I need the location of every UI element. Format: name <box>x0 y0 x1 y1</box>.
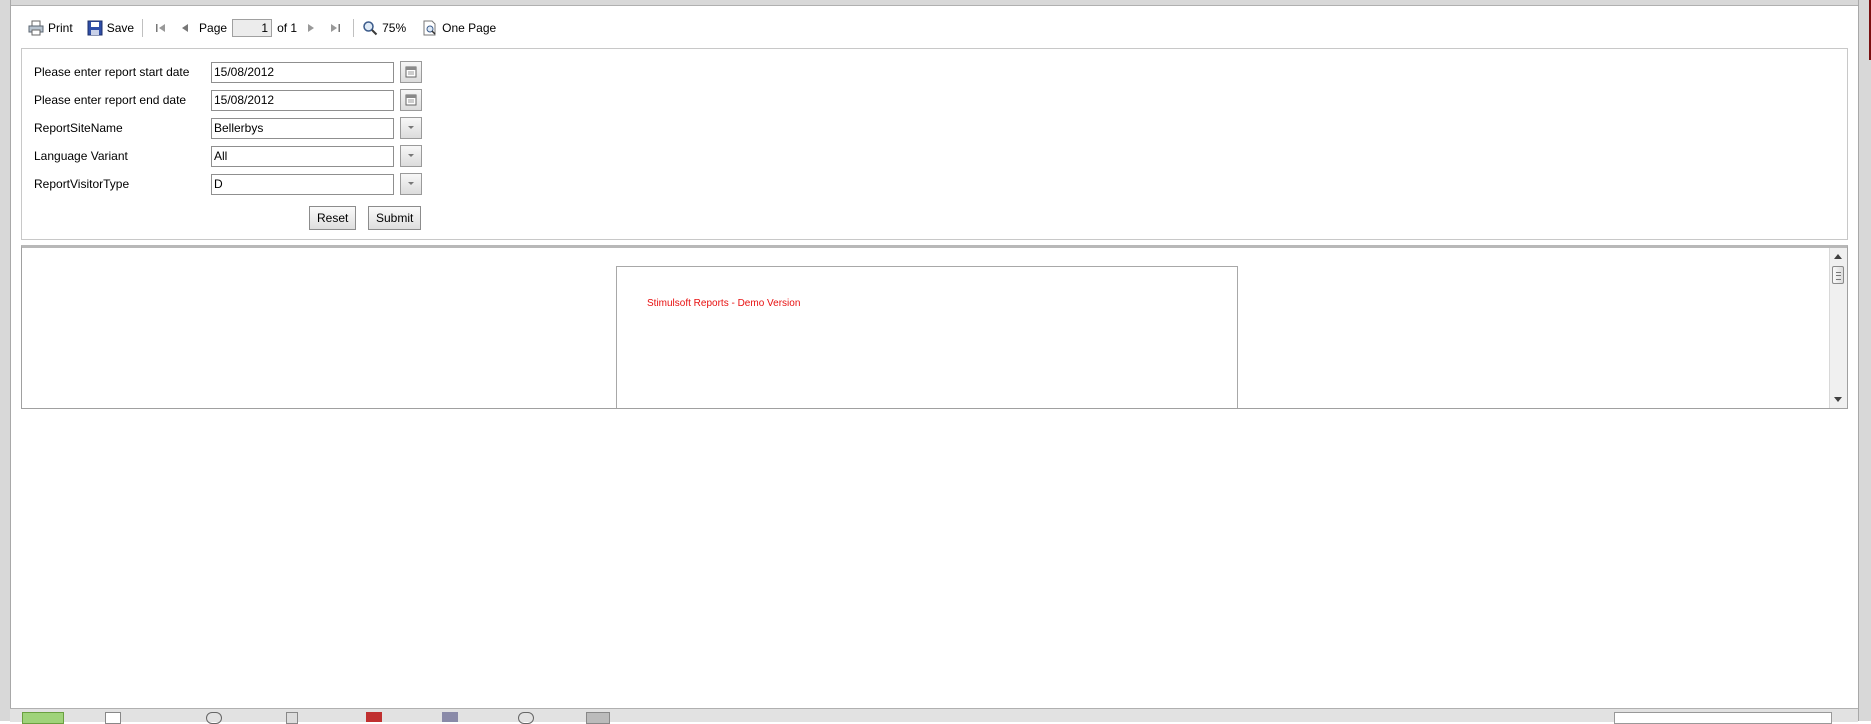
page-number-input[interactable] <box>232 19 273 37</box>
toolbar-separator <box>353 19 355 37</box>
save-button[interactable]: Save <box>85 18 136 38</box>
language-variant-dropdown-button[interactable] <box>400 145 422 167</box>
view-mode-label: One Page <box>442 21 497 35</box>
param-start-date: Please enter report start date <box>34 61 422 83</box>
start-date-calendar-button[interactable] <box>400 61 422 83</box>
scroll-up-arrow-icon[interactable] <box>1834 254 1842 259</box>
visitor-type-input[interactable] <box>211 173 394 195</box>
end-date-calendar-button[interactable] <box>400 89 422 111</box>
visitor-type-dropdown-button[interactable] <box>400 173 422 195</box>
taskbar-search-icon[interactable] <box>518 712 534 724</box>
param-visitor-type: ReportVisitorType <box>34 173 422 195</box>
param-label: Please enter report end date <box>34 93 187 107</box>
print-button[interactable]: Print <box>26 18 75 38</box>
param-end-date: Please enter report end date <box>34 89 422 111</box>
window-top-frame <box>0 0 1871 6</box>
page-label: Page <box>199 21 228 35</box>
zoom-label: 75% <box>382 21 407 35</box>
reset-button[interactable]: Reset <box>309 206 357 230</box>
zoom-button[interactable]: 75% <box>360 18 408 38</box>
taskbar-window-icon[interactable] <box>586 712 610 724</box>
taskbar-document-icon[interactable] <box>105 712 121 724</box>
end-date-input[interactable] <box>211 89 394 111</box>
scroll-down-arrow-icon[interactable] <box>1834 397 1842 402</box>
viewer-toolbar: Print Save Page of 1 75% On <box>26 18 498 38</box>
first-page-icon[interactable] <box>154 21 168 35</box>
taskbar-file-icon[interactable] <box>286 712 298 724</box>
previous-page-icon[interactable] <box>178 21 192 35</box>
page-count: of 1 <box>277 21 298 35</box>
site-name-input[interactable] <box>211 117 394 139</box>
magnifier-icon <box>363 21 378 36</box>
site-name-dropdown-button[interactable] <box>400 117 422 139</box>
toolbar-separator <box>142 19 144 37</box>
taskbar-input-field[interactable] <box>1614 712 1832 724</box>
param-label: Please enter report start date <box>34 65 190 79</box>
calendar-icon <box>405 66 417 78</box>
chevron-down-icon <box>408 154 414 157</box>
window-right-frame <box>1858 0 1871 721</box>
bottom-taskbar <box>10 708 1858 724</box>
window-left-frame <box>0 0 11 721</box>
vertical-scrollbar[interactable] <box>1829 248 1847 408</box>
taskbar-clock-icon[interactable] <box>206 712 222 724</box>
start-date-input[interactable] <box>211 61 394 83</box>
last-page-icon[interactable] <box>328 21 342 35</box>
save-label: Save <box>106 21 135 35</box>
print-label: Print <box>48 21 73 35</box>
report-viewer-area: Stimulsoft Reports - Demo Version <box>21 245 1848 409</box>
chevron-down-icon <box>408 182 414 185</box>
param-label: ReportSiteName <box>34 121 123 135</box>
page-magnifier-icon <box>423 20 436 36</box>
param-language-variant: Language Variant <box>34 145 422 167</box>
printer-icon <box>28 20 44 36</box>
param-label: ReportVisitorType <box>34 177 130 191</box>
language-variant-input[interactable] <box>211 145 394 167</box>
start-button[interactable] <box>22 712 64 724</box>
next-page-icon[interactable] <box>304 21 318 35</box>
submit-button[interactable]: Submit <box>368 206 422 230</box>
view-mode-button[interactable]: One Page <box>420 18 498 38</box>
chevron-down-icon <box>408 126 414 129</box>
report-page: Stimulsoft Reports - Demo Version <box>616 266 1238 408</box>
param-site-name: ReportSiteName <box>34 117 422 139</box>
calendar-icon <box>405 94 417 106</box>
param-label: Language Variant <box>34 149 128 163</box>
floppy-disk-icon <box>87 20 103 36</box>
report-parameters-panel: Please enter report start date Please en… <box>21 48 1848 240</box>
demo-version-watermark: Stimulsoft Reports - Demo Version <box>647 298 801 309</box>
scroll-thumb[interactable] <box>1832 266 1844 284</box>
